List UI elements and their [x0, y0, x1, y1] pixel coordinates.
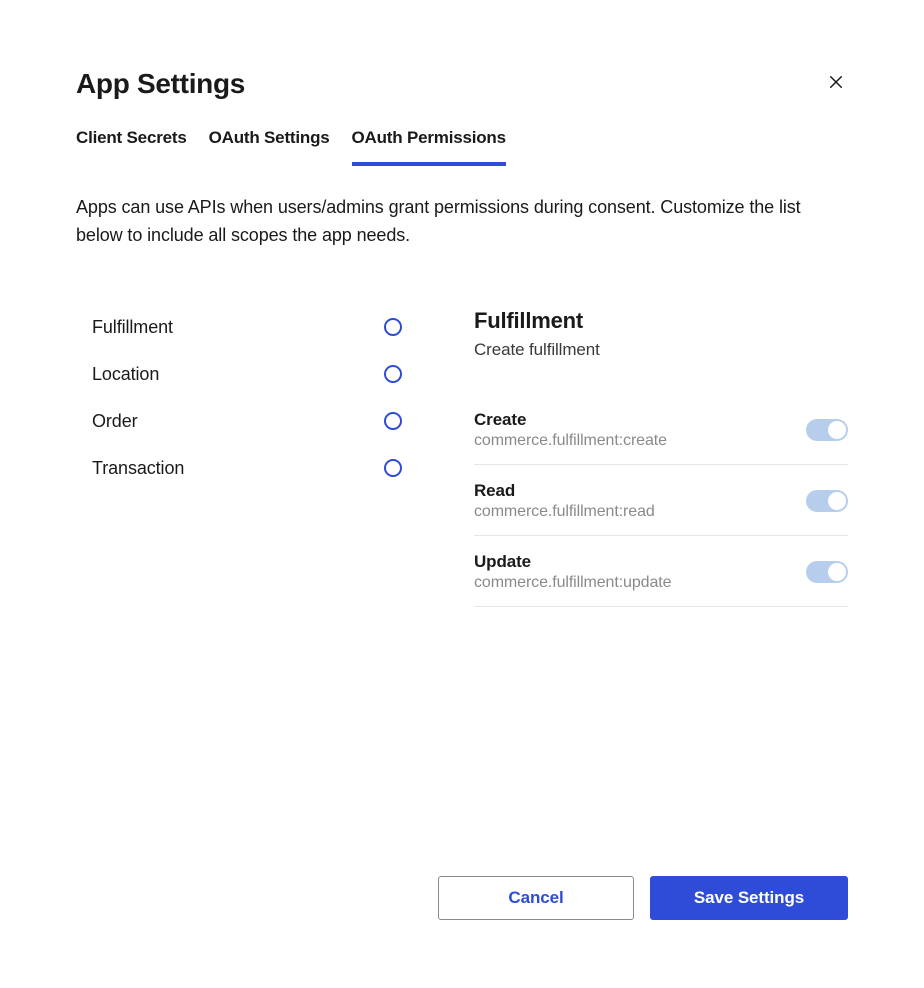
detail-subtitle: Create fulfillment [474, 340, 848, 360]
tab-client-secrets[interactable]: Client Secrets [76, 128, 187, 166]
footer-actions: Cancel Save Settings [438, 876, 848, 920]
save-button[interactable]: Save Settings [650, 876, 848, 920]
scope-row-location[interactable]: Location [76, 351, 402, 398]
permission-name: Create [474, 410, 667, 430]
scope-label: Transaction [92, 458, 184, 479]
close-button[interactable] [824, 70, 848, 94]
permission-code: commerce.fulfillment:read [474, 503, 655, 521]
permission-row-create: Create commerce.fulfillment:create [474, 394, 848, 465]
permission-code: commerce.fulfillment:update [474, 574, 671, 592]
toggle-update[interactable] [806, 561, 848, 583]
toggle-create[interactable] [806, 419, 848, 441]
description-text: Apps can use APIs when users/admins gran… [76, 194, 848, 250]
tabs-bar: Client Secrets OAuth Settings OAuth Perm… [76, 128, 848, 166]
scope-list: Fulfillment Location Order Transaction [76, 304, 402, 607]
scope-label: Fulfillment [92, 317, 173, 338]
detail-title: Fulfillment [474, 308, 848, 334]
scope-row-fulfillment[interactable]: Fulfillment [76, 304, 402, 351]
cancel-button[interactable]: Cancel [438, 876, 634, 920]
scope-label: Location [92, 364, 159, 385]
radio-icon [384, 365, 402, 383]
tab-oauth-permissions[interactable]: OAuth Permissions [352, 128, 506, 166]
scope-detail: Fulfillment Create fulfillment Create co… [474, 304, 848, 607]
radio-icon [384, 459, 402, 477]
permission-code: commerce.fulfillment:create [474, 432, 667, 450]
permission-name: Read [474, 481, 655, 501]
tab-oauth-settings[interactable]: OAuth Settings [209, 128, 330, 166]
scope-label: Order [92, 411, 138, 432]
scope-row-order[interactable]: Order [76, 398, 402, 445]
permission-row-read: Read commerce.fulfillment:read [474, 465, 848, 536]
page-title: App Settings [76, 68, 848, 100]
radio-icon [384, 412, 402, 430]
permission-row-update: Update commerce.fulfillment:update [474, 536, 848, 607]
permission-name: Update [474, 552, 671, 572]
permission-list: Create commerce.fulfillment:create Read … [474, 394, 848, 607]
toggle-read[interactable] [806, 490, 848, 512]
radio-icon [384, 318, 402, 336]
close-icon [827, 73, 845, 91]
scope-row-transaction[interactable]: Transaction [76, 445, 402, 492]
